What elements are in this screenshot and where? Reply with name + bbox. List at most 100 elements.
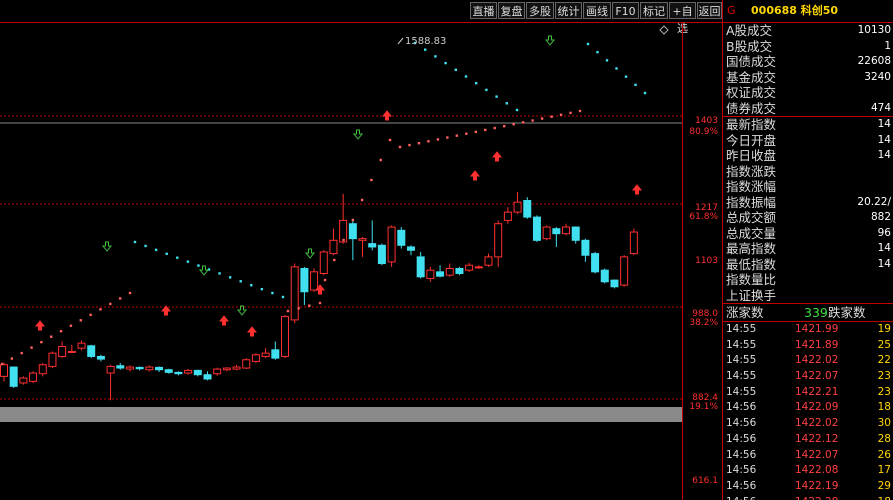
toolbar-button-6[interactable]: 标记 bbox=[640, 2, 668, 19]
stat-label: A股成交 bbox=[726, 23, 773, 38]
sar-dot bbox=[475, 82, 478, 85]
tick-price: 1421.89 bbox=[795, 338, 839, 351]
candle-body bbox=[513, 201, 522, 213]
sar-dot bbox=[398, 145, 402, 149]
sar-dot bbox=[434, 55, 437, 58]
tick-row: 14:56 1422.28 18 bbox=[723, 495, 893, 500]
tick-vol: 26 bbox=[877, 448, 891, 461]
sar-dot bbox=[318, 301, 322, 305]
tick-price: 1422.07 bbox=[795, 448, 839, 461]
toolbar-button-4[interactable]: 画线 bbox=[583, 2, 611, 19]
tick-price: 1422.02 bbox=[795, 354, 839, 367]
tick-time: 14:55 bbox=[726, 354, 757, 367]
axis-label: 1103 bbox=[695, 256, 718, 266]
sar-dot bbox=[133, 240, 137, 244]
sell-signal-arrow bbox=[304, 248, 316, 259]
toolbar-button-1[interactable]: 复盘 bbox=[498, 2, 525, 19]
sar-dot bbox=[20, 351, 23, 355]
tick-vol: 23 bbox=[877, 370, 891, 383]
tick-time: 14:56 bbox=[726, 417, 757, 430]
stat-value: 14 bbox=[877, 257, 891, 270]
sar-dot bbox=[493, 126, 496, 130]
sar-dot bbox=[176, 256, 179, 259]
tick-time: 14:55 bbox=[726, 323, 757, 335]
sar-dot bbox=[454, 68, 457, 71]
sar-dot bbox=[40, 340, 43, 344]
candle-body bbox=[368, 243, 377, 248]
tick-price: 1422.08 bbox=[795, 464, 839, 477]
sar-dot bbox=[186, 260, 190, 263]
toolbar-button-0[interactable]: 直播 bbox=[470, 2, 497, 19]
candle-body bbox=[251, 354, 260, 362]
stat-label: 总成交量 bbox=[726, 225, 777, 241]
kline-chart[interactable]: 140380.9%121761.8%1103988.038.2%882.419.… bbox=[0, 23, 722, 500]
toolbar-button-8[interactable]: 返回 bbox=[697, 2, 722, 19]
stat-label: 最新指数 bbox=[726, 117, 777, 132]
stat-row: 权证成交 bbox=[723, 85, 893, 101]
candle-body bbox=[319, 251, 328, 274]
candle-body bbox=[193, 369, 202, 376]
stat-label: 昨日收盘 bbox=[726, 148, 777, 163]
stat-value: 1 bbox=[884, 39, 891, 52]
stat-value: 882 bbox=[870, 211, 891, 223]
sar-dot bbox=[239, 280, 242, 283]
stat-row: 基金成交 3240 bbox=[723, 70, 893, 86]
toolbar-button-2[interactable]: 多股 bbox=[526, 2, 554, 19]
candle-body bbox=[29, 372, 38, 382]
sar-dot bbox=[436, 138, 440, 141]
stat-value: 22608 bbox=[857, 55, 891, 67]
sar-dot bbox=[512, 123, 515, 126]
sar-dot bbox=[260, 287, 264, 291]
candle-body bbox=[271, 349, 280, 359]
candle-body bbox=[339, 219, 348, 243]
tick-vol: 18 bbox=[878, 495, 891, 500]
tick-vol: 28 bbox=[877, 432, 891, 445]
candle-body bbox=[377, 244, 386, 265]
sar-dot bbox=[615, 67, 618, 70]
sar-dot bbox=[297, 307, 300, 310]
sar-dot bbox=[89, 313, 92, 317]
toolbar-button-5[interactable]: F10 bbox=[612, 2, 639, 19]
sar-dot bbox=[417, 142, 421, 145]
candle-body bbox=[571, 226, 580, 241]
fall-label: 跌家数 bbox=[828, 305, 866, 320]
tick-price: 1422.12 bbox=[795, 432, 839, 445]
candle-body bbox=[436, 271, 445, 277]
stat-row: 最低指数 14 bbox=[723, 257, 893, 273]
toolbar-button-3[interactable]: 统计 bbox=[555, 2, 582, 19]
high-annotation: 1588.83 bbox=[405, 36, 446, 47]
stat-row: B股成交 1 bbox=[723, 39, 893, 55]
axis-label: 616.1 bbox=[692, 476, 718, 486]
candle-body bbox=[281, 316, 290, 357]
sar-dot bbox=[308, 304, 311, 307]
sar-dot bbox=[128, 291, 132, 295]
tick-vol: 29 bbox=[877, 479, 891, 492]
toolbar-button-7[interactable]: +自选 bbox=[669, 2, 696, 35]
sar-dot bbox=[333, 258, 336, 262]
candle-body bbox=[465, 264, 474, 271]
stat-row: 债券成交 474 bbox=[723, 101, 893, 117]
stat-value: 14 bbox=[877, 149, 891, 161]
stat-row: 昨日收盘 14 bbox=[723, 148, 893, 164]
tick-row: 14:55 1422.21 23 bbox=[723, 385, 893, 401]
axis-label: 19.1% bbox=[689, 402, 718, 412]
axis-label: 80.9% bbox=[689, 127, 718, 137]
sar-dot bbox=[388, 138, 392, 142]
tick-time: 14:56 bbox=[726, 448, 757, 461]
candle-body bbox=[426, 269, 435, 279]
stat-row: A股成交 10130 bbox=[723, 23, 893, 39]
sar-dot bbox=[559, 113, 563, 116]
candle-body bbox=[155, 366, 164, 371]
sar-dot bbox=[370, 178, 373, 182]
stat-label: 债券成交 bbox=[726, 100, 777, 116]
candle-body bbox=[203, 374, 212, 380]
stat-label: B股成交 bbox=[726, 38, 773, 54]
stat-value: 96 bbox=[877, 226, 891, 239]
sar-dot bbox=[408, 143, 411, 147]
volume-divider-band bbox=[0, 407, 682, 422]
sar-dot bbox=[531, 119, 534, 122]
candle-body bbox=[184, 369, 193, 374]
diamond-icon bbox=[659, 25, 669, 35]
sar-dot bbox=[465, 132, 468, 135]
sar-dot bbox=[424, 48, 427, 51]
